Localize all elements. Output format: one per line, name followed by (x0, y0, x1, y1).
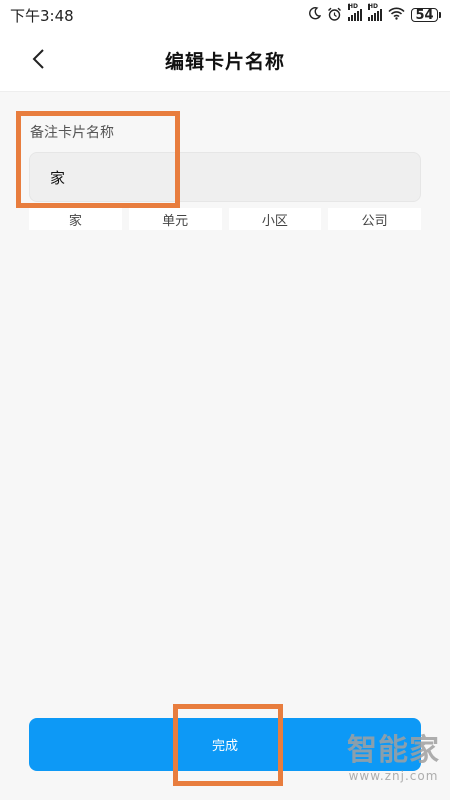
battery-icon: 54 (411, 8, 441, 22)
preset-row: 家 单元 小区 公司 (29, 208, 421, 230)
alarm-icon (327, 7, 342, 24)
wifi-icon (388, 7, 405, 23)
page-title: 编辑卡片名称 (164, 51, 285, 73)
preset-button-community[interactable]: 小区 (228, 208, 322, 230)
signal-hd-icon: HD (348, 4, 362, 21)
preset-button-company[interactable]: 公司 (328, 208, 421, 230)
card-name-input[interactable] (29, 152, 421, 202)
status-icons: HD HD 54 (308, 4, 441, 24)
header: 编辑卡片名称 (0, 30, 450, 92)
hd-label: HD (368, 3, 379, 10)
preset-button-home[interactable]: 家 (29, 208, 122, 230)
preset-button-unit[interactable]: 单元 (128, 208, 222, 230)
signal-hd-icon: HD (368, 4, 382, 21)
status-time: 下午3:48 (10, 6, 74, 25)
moon-icon (308, 7, 322, 23)
watermark-sub-text: www.znj.com (348, 769, 439, 783)
field-label: 备注卡片名称 (30, 125, 114, 141)
done-button[interactable]: 完成 (29, 718, 421, 771)
back-button[interactable] (26, 49, 50, 73)
chevron-left-icon (31, 48, 45, 74)
status-bar: 下午3:48 HD HD 54 (0, 0, 450, 30)
hd-label: HD (348, 3, 359, 10)
